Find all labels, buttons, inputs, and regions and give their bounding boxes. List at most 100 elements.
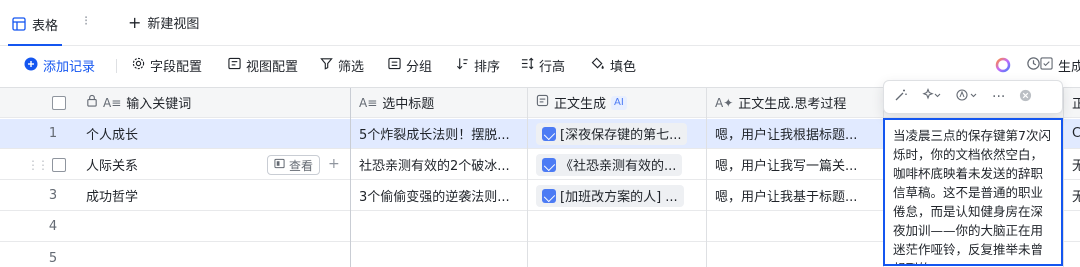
text-field-icon: A≡ [103, 95, 122, 110]
sort-label: 排序 [474, 60, 501, 75]
keyword-cell[interactable]: 成功哲学 [78, 181, 350, 210]
lock-icon [86, 94, 98, 111]
column-header-label: 输入关键词 [126, 97, 192, 112]
row-number: 5 [48, 250, 58, 266]
group-icon [388, 57, 401, 74]
column-header-label: 正 [1072, 97, 1080, 112]
tab-grid-view[interactable]: 表格 [8, 9, 63, 46]
toolbar-divider [116, 59, 117, 73]
doc-field-icon [536, 94, 549, 111]
row-number: 1 [48, 126, 58, 141]
new-view-button[interactable]: + 新建视图 [128, 13, 199, 32]
view-more-icon[interactable]: ⁝ [84, 14, 88, 29]
field-config-button[interactable]: 字段配置 [132, 56, 202, 75]
group-label: 分组 [406, 60, 433, 75]
row-height-label: 行高 [539, 60, 566, 75]
expanded-cell-editor[interactable]: 当凌晨三点的保存键第7次闪烁时，你的文档依然空白，咖啡杯底映着未发送的辞职信草稿… [883, 118, 1063, 266]
doc-chip-label: [深夜保存键的第七... [560, 128, 682, 143]
column-header-body[interactable]: 正文生成 AI [528, 88, 706, 117]
column-header-label: 正文生成 [554, 97, 607, 112]
column-header-thinking[interactable]: A✦ 正文生成.思考过程 [707, 88, 883, 117]
ai-tools-dropdown-icon[interactable] [922, 88, 942, 106]
expand-record-button[interactable]: 查看 [267, 155, 321, 175]
gear-icon [132, 57, 145, 74]
keyword-cell[interactable]: 个人成长 [78, 119, 350, 148]
close-icon[interactable] [1019, 89, 1032, 106]
cell-action-toolbar: ··· [883, 80, 1063, 114]
extra-cell[interactable]: 无 [1064, 150, 1080, 179]
doc-chip[interactable]: 《社恐亲测有效的... [536, 153, 683, 176]
thinking-cell[interactable]: 嗯，用户让我根据标题... [707, 119, 883, 148]
column-header-extra[interactable]: 正 [1064, 88, 1080, 117]
fill-color-button[interactable]: 填色 [591, 56, 636, 75]
title-cell[interactable]: 5个炸裂成长法则！摆脱... [351, 119, 527, 148]
thinking-cell[interactable]: 嗯，用户让我基于标题... [707, 181, 883, 210]
extra-cell[interactable]: C [1064, 119, 1080, 148]
add-record-label: 添加记录 [43, 60, 96, 75]
thinking-cell[interactable]: 嗯，用户让我写一篇关... [707, 150, 883, 179]
body-cell[interactable]: [加班改方案的人] ... [528, 181, 706, 210]
ai-text-field-icon: A✦ [715, 95, 734, 110]
filter-button[interactable]: 筛选 [320, 56, 364, 75]
expand-icon [274, 158, 285, 172]
row-number: 4 [48, 219, 58, 234]
add-row-below-icon[interactable]: + [328, 156, 340, 172]
filter-label: 筛选 [338, 60, 365, 75]
title-cell[interactable]: 社恐亲测有效的2个破冰... [351, 150, 527, 179]
column-divider[interactable] [706, 88, 707, 267]
plus-icon: + [128, 13, 142, 32]
doc-icon [542, 157, 556, 172]
format-dropdown-icon[interactable] [956, 88, 978, 106]
view-config-label: 视图配置 [246, 60, 299, 75]
paint-bucket-icon [591, 57, 605, 74]
doc-icon [542, 126, 556, 141]
column-divider[interactable] [527, 88, 528, 267]
grid-view-icon [12, 17, 26, 31]
sort-icon [456, 57, 469, 74]
text-field-icon: A≡ [359, 95, 378, 110]
doc-icon [542, 188, 556, 203]
view-config-button[interactable]: 视图配置 [228, 56, 298, 75]
row-height-button[interactable]: 行高 [521, 56, 565, 75]
new-view-label: 新建视图 [147, 17, 200, 32]
fill-color-label: 填色 [610, 60, 637, 75]
column-divider[interactable] [1063, 88, 1064, 267]
ai-badge: AI [611, 95, 627, 110]
row-checkbox[interactable] [52, 157, 66, 172]
row-height-icon [521, 57, 534, 74]
doc-chip-label: 《社恐亲测有效的... [560, 159, 677, 174]
body-cell[interactable]: 《社恐亲测有效的... [528, 150, 706, 179]
checkbox-square-icon [1040, 57, 1053, 74]
filter-icon [320, 57, 333, 74]
extra-cell[interactable]: 无 [1064, 181, 1080, 210]
title-cell[interactable]: 3个偷偷变强的逆袭法则... [351, 181, 527, 210]
row-checkbox-cell[interactable] [44, 150, 74, 179]
select-all-checkbox[interactable] [52, 95, 66, 110]
add-record-button[interactable]: 添加记录 [24, 56, 95, 75]
doc-chip[interactable]: [深夜保存键的第七... [536, 122, 688, 145]
row-number: 3 [48, 188, 58, 203]
group-button[interactable]: 分组 [388, 56, 432, 75]
frozen-column-divider[interactable] [350, 88, 351, 267]
keyword-cell[interactable]: 人际关系 [78, 150, 258, 179]
column-header-title[interactable]: A≡ 选中标题 [351, 88, 527, 117]
doc-chip[interactable]: [加班改方案的人] ... [536, 184, 684, 207]
column-header-label: 正文生成.思考过程 [738, 97, 847, 112]
body-cell[interactable]: [深夜保存键的第七... [528, 119, 706, 148]
sort-button[interactable]: 排序 [456, 56, 500, 75]
history-icon[interactable] [1004, 56, 1041, 75]
generate-label: 生成 [1058, 60, 1080, 75]
column-header-label: 选中标题 [382, 97, 435, 112]
magic-wand-icon[interactable] [894, 88, 908, 106]
view-config-icon [228, 57, 241, 74]
field-config-label: 字段配置 [150, 60, 203, 75]
add-circle-icon [24, 57, 38, 75]
view-tabs-bar: 表格 ⁝ + 新建视图 [0, 0, 1080, 46]
column-header-keyword[interactable]: A≡ 输入关键词 [78, 88, 350, 117]
select-all-checkbox-cell[interactable] [44, 88, 74, 117]
expand-record-label: 查看 [289, 158, 314, 173]
tab-grid-view-label: 表格 [32, 18, 59, 34]
more-options-icon[interactable]: ··· [992, 89, 1005, 105]
generate-button[interactable]: 生成 [1040, 56, 1080, 75]
doc-chip-label: [加班改方案的人] ... [560, 190, 678, 205]
